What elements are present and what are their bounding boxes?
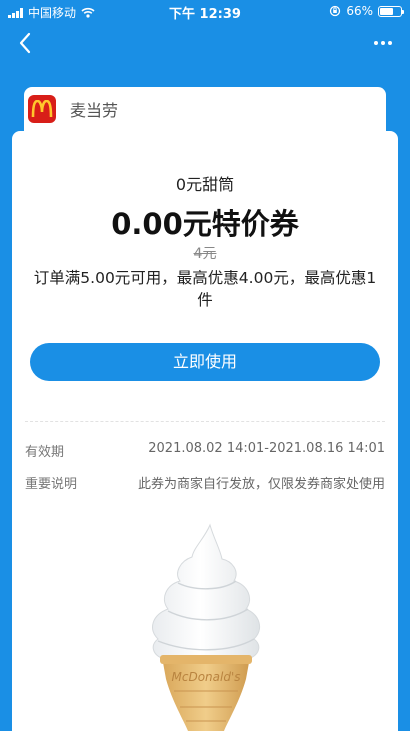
dashed-divider [25, 421, 385, 422]
note-value: 此券为商家自行发放，仅限发券商家处使用 [137, 477, 385, 492]
validity-label: 有效期 [25, 445, 65, 460]
status-right: 66% [329, 4, 404, 18]
note-label: 重要说明 [25, 477, 78, 492]
coupon-card: 0元甜筒 0.00元特价券 4元 订单满5.00元可用，最高优惠4.00元，最高… [12, 131, 398, 731]
coupon-title: 0元甜筒 [175, 175, 235, 194]
original-price: 4元 [193, 246, 217, 262]
merchant-name: 麦当劳 [70, 101, 119, 120]
ice-cream-cone-image: McDonald's [152, 523, 261, 731]
more-dot-icon [388, 41, 392, 45]
use-now-button[interactable]: 立即使用 [30, 343, 380, 381]
more-dot-icon [374, 41, 378, 45]
mcdonalds-logo [28, 95, 56, 123]
coupon-conditions: 订单满5.00元可用，最高优惠4.00元，最高优惠1件 [33, 269, 377, 309]
navigation-bar [0, 22, 410, 64]
status-bar: 中国移动 下午 12:39 66% [0, 0, 410, 22]
validity-value: 2021.08.02 14:01-2021.08.16 14:01 [148, 441, 385, 456]
battery-icon [378, 5, 404, 17]
more-options-button[interactable] [368, 28, 398, 58]
back-button[interactable] [10, 28, 40, 58]
cone-brand-text: McDonald's [172, 670, 241, 684]
chevron-left-icon [19, 32, 31, 54]
coupon-price: 0.00元特价券 [111, 207, 299, 241]
orientation-lock-icon [330, 5, 341, 17]
battery-percent: 66% [346, 4, 373, 18]
merchant-header[interactable]: 麦当劳 [24, 87, 386, 131]
more-dot-icon [381, 41, 385, 45]
golden-arches-icon [31, 100, 53, 118]
battery-level [380, 7, 394, 15]
